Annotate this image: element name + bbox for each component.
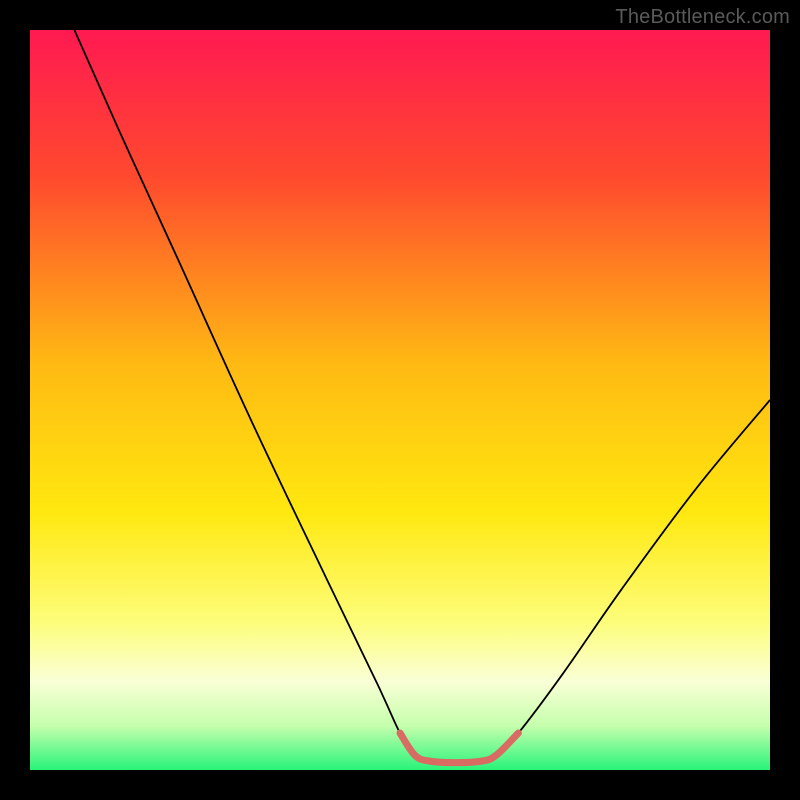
stage: TheBottleneck.com xyxy=(0,0,800,800)
watermark-label: TheBottleneck.com xyxy=(615,6,790,29)
gradient-background xyxy=(30,30,770,770)
chart-svg xyxy=(30,30,770,770)
plot-area xyxy=(30,30,770,770)
